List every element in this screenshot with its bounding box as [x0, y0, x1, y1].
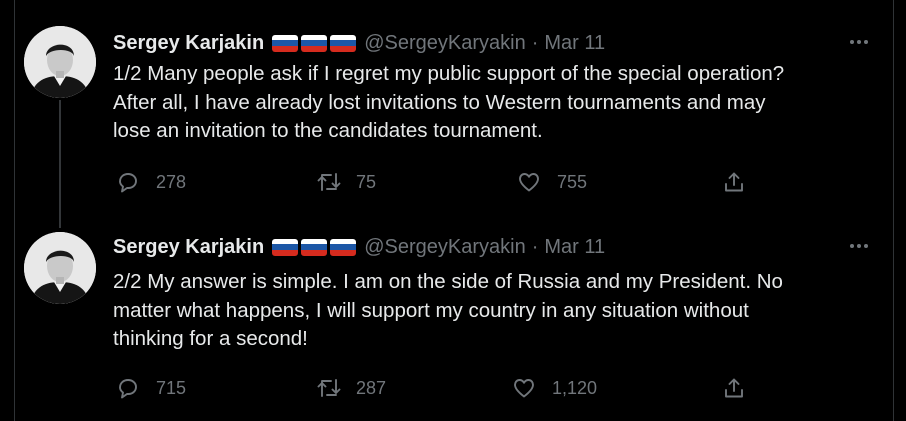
tweet-text-line: lose an invitation to the candidates tou…: [113, 119, 543, 143]
retweet-count: 75: [356, 171, 377, 192]
tweet-text-line: 2/2 My answer is simple. I am on the sid…: [113, 270, 783, 293]
retweet-button[interactable]: 75: [316, 170, 376, 194]
timeline: Sergey Karjakin @SergeyKaryakin · Mar 11…: [0, 0, 906, 421]
retweet-icon: [317, 173, 341, 191]
share-icon: [725, 378, 743, 398]
thread-connector: [59, 100, 61, 228]
like-button[interactable]: 755: [517, 170, 587, 194]
profile-photo: [24, 26, 96, 98]
username-handle[interactable]: @SergeyKaryakin: [364, 236, 525, 259]
username-handle[interactable]: @SergeyKaryakin: [364, 32, 525, 55]
retweet-count: 287: [356, 377, 387, 398]
flag-emojis: [272, 34, 357, 52]
avatar[interactable]: [24, 26, 96, 98]
like-button[interactable]: 1,120: [512, 376, 597, 400]
more-options-icon[interactable]: [845, 32, 873, 52]
share-button[interactable]: [722, 170, 746, 194]
left-border: [14, 0, 15, 421]
separator: ·: [531, 31, 539, 54]
reply-icon: [119, 379, 137, 399]
russia-flag-icon: [330, 238, 357, 256]
reply-icon: [119, 173, 137, 193]
reply-count: 278: [156, 171, 187, 192]
share-icon: [725, 172, 743, 192]
timestamp[interactable]: Mar 11: [544, 236, 605, 259]
tweet-text-line: thinking for a second!: [113, 327, 308, 351]
more-options-icon[interactable]: [845, 236, 873, 256]
share-button[interactable]: [722, 376, 746, 400]
tweet-text: 1/2 Many people ask if I regret my publi…: [113, 60, 883, 146]
reply-button[interactable]: 715: [116, 376, 186, 400]
russia-flag-icon: [301, 34, 328, 52]
heart-icon: [519, 173, 539, 192]
display-name[interactable]: Sergey Karjakin: [113, 236, 264, 259]
flag-emojis: [272, 238, 357, 256]
separator: ·: [531, 235, 539, 258]
russia-flag-icon: [330, 34, 357, 52]
profile-photo: [24, 232, 96, 304]
tweet-text-line: 1/2 Many people ask if I regret my publi…: [113, 62, 785, 85]
display-name[interactable]: Sergey Karjakin: [113, 32, 264, 55]
reply-button[interactable]: 278: [116, 170, 186, 194]
retweet-icon: [317, 379, 341, 397]
timestamp[interactable]: Mar 11: [544, 32, 605, 55]
heart-icon: [514, 379, 534, 398]
retweet-button[interactable]: 287: [316, 376, 386, 400]
right-border: [893, 0, 894, 421]
tweet-text-line: matter what happens, I will support my c…: [113, 298, 749, 322]
like-count: 1,120: [552, 377, 598, 398]
russia-flag-icon: [272, 238, 299, 256]
russia-flag-icon: [301, 238, 328, 256]
avatar[interactable]: [24, 232, 96, 304]
tweet-header: Sergey Karjakin @SergeyKaryakin · Mar 11: [113, 234, 605, 260]
tweet-text-line: After all, I have already lost invitatio…: [113, 90, 766, 114]
tweet-text: 2/2 My answer is simple. I am on the sid…: [113, 268, 883, 354]
reply-count: 715: [156, 377, 187, 398]
russia-flag-icon: [272, 34, 299, 52]
tweet-header: Sergey Karjakin @SergeyKaryakin · Mar 11: [113, 30, 605, 56]
like-count: 755: [557, 171, 588, 192]
